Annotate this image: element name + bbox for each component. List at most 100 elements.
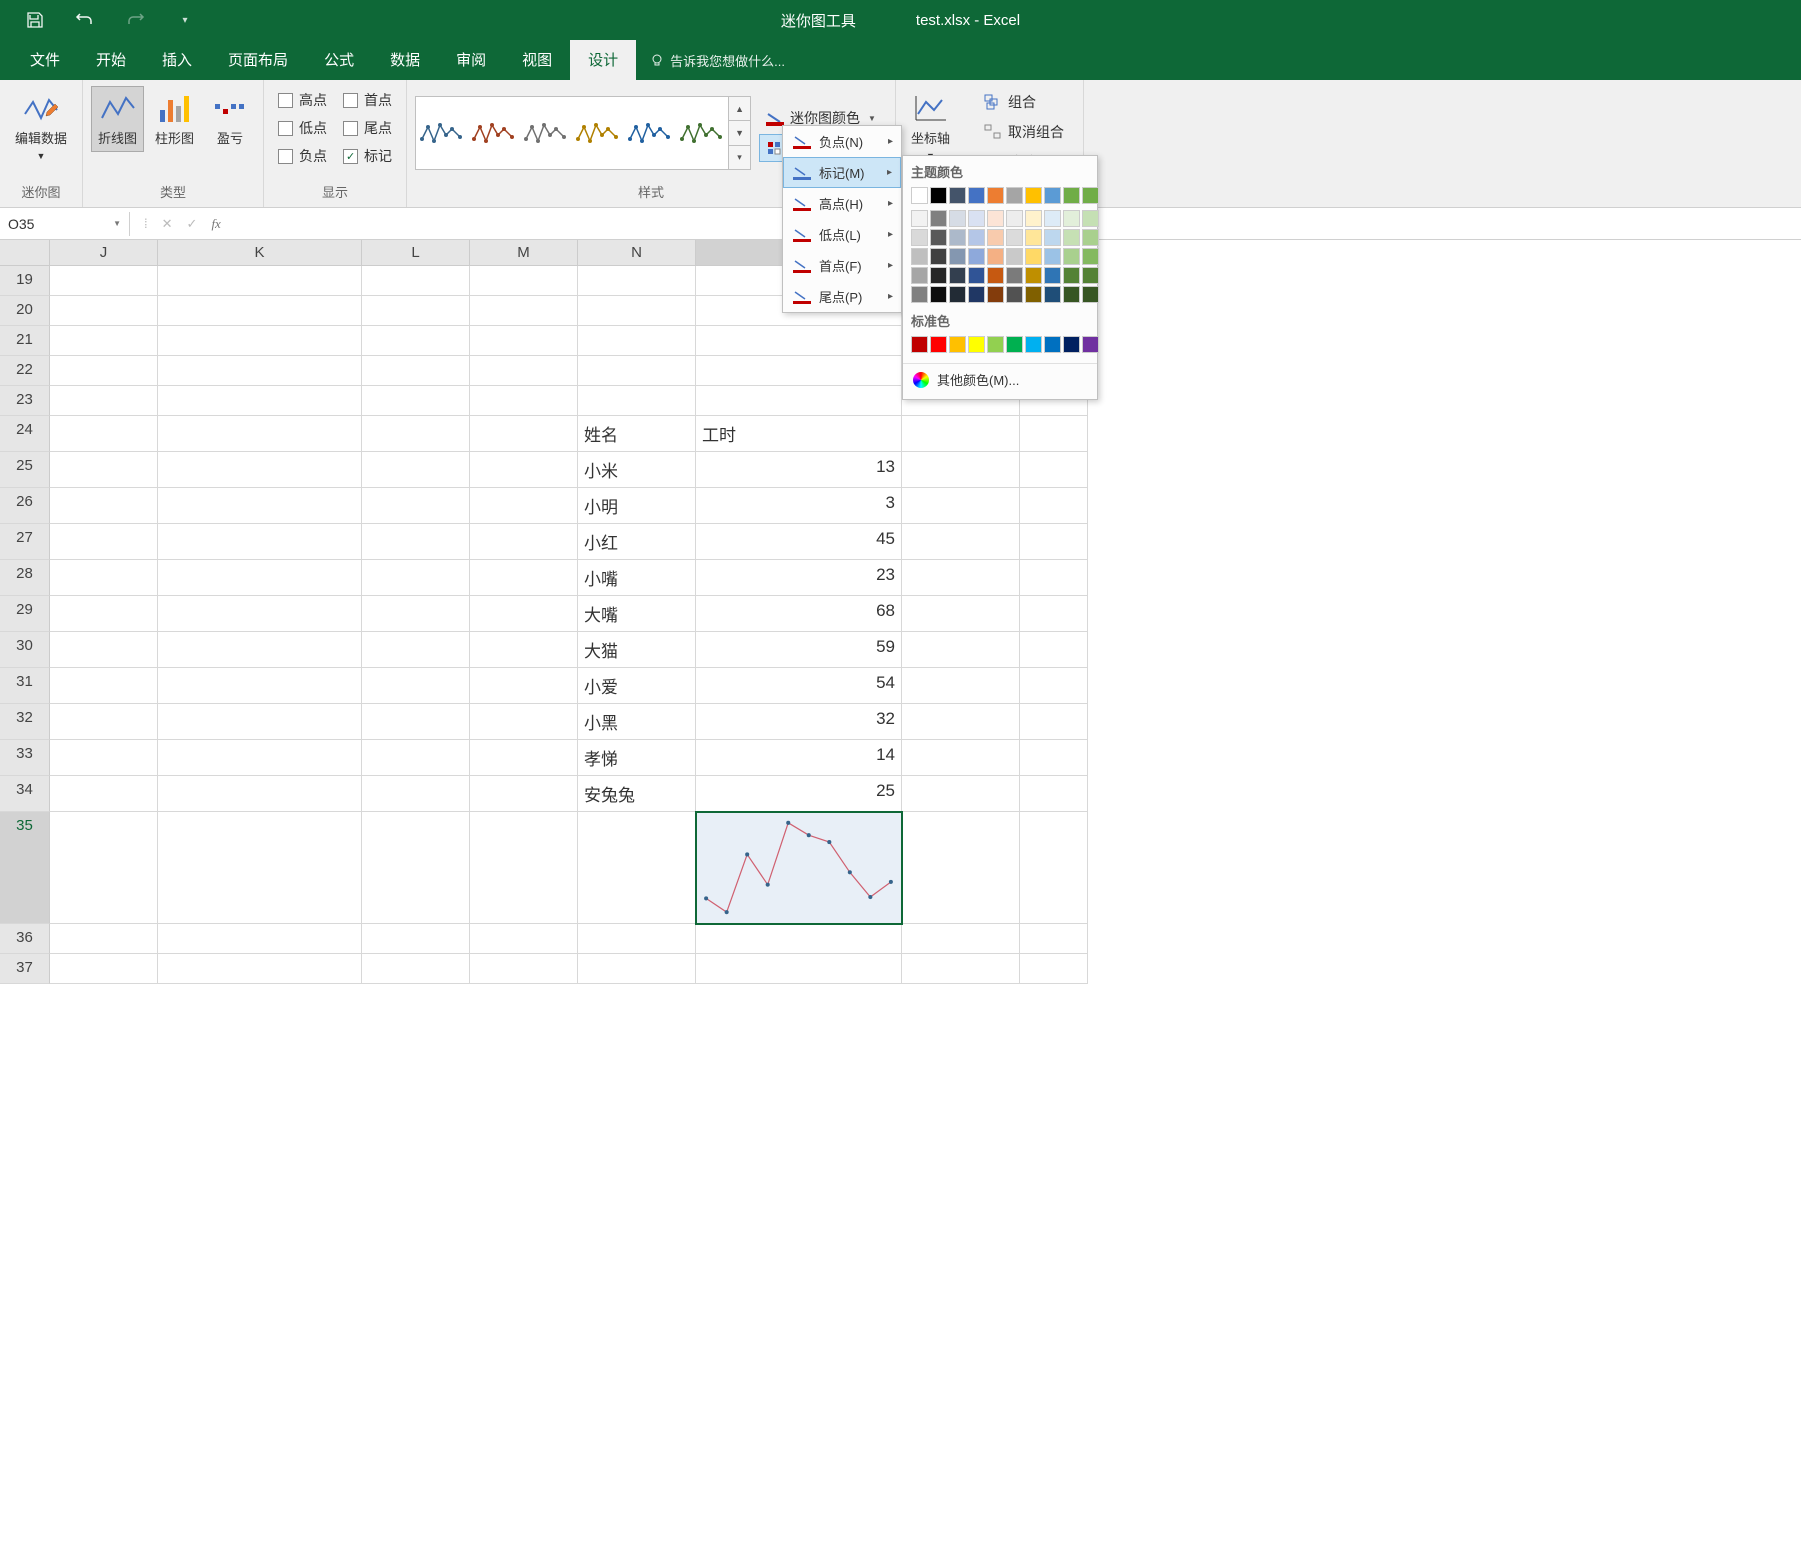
theme-color-swatch[interactable]: [1044, 229, 1061, 246]
cell-O32[interactable]: 32: [696, 704, 902, 740]
fx-icon[interactable]: fx: [211, 216, 220, 232]
row-header-30[interactable]: 30: [0, 632, 50, 668]
theme-color-swatch[interactable]: [987, 187, 1004, 204]
gallery-expand-button[interactable]: ▲▼▾: [728, 97, 750, 169]
cell-P32[interactable]: [902, 704, 1020, 740]
theme-color-swatch[interactable]: [1063, 248, 1080, 265]
style-item-2[interactable]: [468, 97, 520, 169]
column-header-J[interactable]: J: [50, 240, 158, 266]
cell-Q31[interactable]: [1020, 668, 1088, 704]
negative-point-checkbox[interactable]: 负点: [278, 146, 327, 166]
theme-color-swatch[interactable]: [911, 229, 928, 246]
cell-J35[interactable]: [50, 812, 158, 924]
cell-K35[interactable]: [158, 812, 362, 924]
cell-K29[interactable]: [158, 596, 362, 632]
menu-last[interactable]: 尾点(P)▸: [783, 281, 901, 312]
row-header-27[interactable]: 27: [0, 524, 50, 560]
cell-O21[interactable]: [696, 326, 902, 356]
theme-color-swatch[interactable]: [911, 210, 928, 227]
tell-me-search[interactable]: 告诉我您想做什么...: [636, 41, 799, 80]
cell-L28[interactable]: [362, 560, 470, 596]
tab-data[interactable]: 数据: [372, 39, 438, 80]
cell-M34[interactable]: [470, 776, 578, 812]
cell-M29[interactable]: [470, 596, 578, 632]
cell-J22[interactable]: [50, 356, 158, 386]
cell-K30[interactable]: [158, 632, 362, 668]
standard-color-swatch[interactable]: [949, 336, 966, 353]
cell-J31[interactable]: [50, 668, 158, 704]
row-header-21[interactable]: 21: [0, 326, 50, 356]
cell-N22[interactable]: [578, 356, 696, 386]
cell-J25[interactable]: [50, 452, 158, 488]
theme-color-swatch[interactable]: [1044, 286, 1061, 303]
cell-M36[interactable]: [470, 924, 578, 954]
cell-Q29[interactable]: [1020, 596, 1088, 632]
cell-N34[interactable]: 安兔兔: [578, 776, 696, 812]
theme-color-swatch[interactable]: [1044, 248, 1061, 265]
cell-P25[interactable]: [902, 452, 1020, 488]
cell-K36[interactable]: [158, 924, 362, 954]
row-header-20[interactable]: 20: [0, 296, 50, 326]
cell-P28[interactable]: [902, 560, 1020, 596]
theme-color-swatch[interactable]: [987, 229, 1004, 246]
theme-color-swatch[interactable]: [1082, 248, 1099, 265]
markers-checkbox[interactable]: 标记: [343, 146, 392, 166]
cell-M23[interactable]: [470, 386, 578, 416]
cell-N36[interactable]: [578, 924, 696, 954]
row-header-36[interactable]: 36: [0, 924, 50, 954]
standard-color-swatch[interactable]: [911, 336, 928, 353]
cell-N20[interactable]: [578, 296, 696, 326]
more-colors-item[interactable]: 其他颜色(M)...: [903, 363, 1097, 395]
row-header-35[interactable]: 35: [0, 812, 50, 924]
cell-O37[interactable]: [696, 954, 902, 984]
theme-color-swatch[interactable]: [1006, 187, 1023, 204]
cell-N29[interactable]: 大嘴: [578, 596, 696, 632]
theme-color-swatch[interactable]: [1082, 267, 1099, 284]
theme-color-swatch[interactable]: [968, 248, 985, 265]
cell-M28[interactable]: [470, 560, 578, 596]
cell-M35[interactable]: [470, 812, 578, 924]
theme-color-swatch[interactable]: [1025, 286, 1042, 303]
row-header-28[interactable]: 28: [0, 560, 50, 596]
menu-first[interactable]: 首点(F)▸: [783, 250, 901, 281]
theme-color-swatch[interactable]: [968, 286, 985, 303]
row-header-19[interactable]: 19: [0, 266, 50, 296]
cell-J24[interactable]: [50, 416, 158, 452]
cell-N35[interactable]: [578, 812, 696, 924]
cell-M37[interactable]: [470, 954, 578, 984]
theme-color-swatch[interactable]: [968, 210, 985, 227]
ungroup-button[interactable]: 取消组合: [977, 118, 1071, 146]
cell-L33[interactable]: [362, 740, 470, 776]
menu-negative[interactable]: 负点(N)▸: [783, 126, 901, 157]
cell-N33[interactable]: 孝悌: [578, 740, 696, 776]
name-box[interactable]: O35 ▼: [0, 212, 130, 236]
row-header-29[interactable]: 29: [0, 596, 50, 632]
theme-color-swatch[interactable]: [911, 286, 928, 303]
theme-color-swatch[interactable]: [930, 248, 947, 265]
theme-color-swatch[interactable]: [968, 267, 985, 284]
cell-Q32[interactable]: [1020, 704, 1088, 740]
cell-K22[interactable]: [158, 356, 362, 386]
cell-O36[interactable]: [696, 924, 902, 954]
column-header-N[interactable]: N: [578, 240, 696, 266]
row-header-33[interactable]: 33: [0, 740, 50, 776]
theme-color-swatch[interactable]: [911, 187, 928, 204]
row-header-23[interactable]: 23: [0, 386, 50, 416]
theme-color-swatch[interactable]: [987, 210, 1004, 227]
theme-color-swatch[interactable]: [1025, 187, 1042, 204]
cell-K20[interactable]: [158, 296, 362, 326]
style-item-3[interactable]: [520, 97, 572, 169]
theme-color-swatch[interactable]: [1006, 286, 1023, 303]
theme-color-swatch[interactable]: [949, 187, 966, 204]
low-point-checkbox[interactable]: 低点: [278, 118, 327, 138]
cell-K21[interactable]: [158, 326, 362, 356]
theme-color-swatch[interactable]: [1044, 210, 1061, 227]
tab-formulas[interactable]: 公式: [306, 39, 372, 80]
cell-N21[interactable]: [578, 326, 696, 356]
cell-O22[interactable]: [696, 356, 902, 386]
cell-Q28[interactable]: [1020, 560, 1088, 596]
cell-K28[interactable]: [158, 560, 362, 596]
cell-L32[interactable]: [362, 704, 470, 740]
tab-file[interactable]: 文件: [12, 39, 78, 80]
tab-view[interactable]: 视图: [504, 39, 570, 80]
